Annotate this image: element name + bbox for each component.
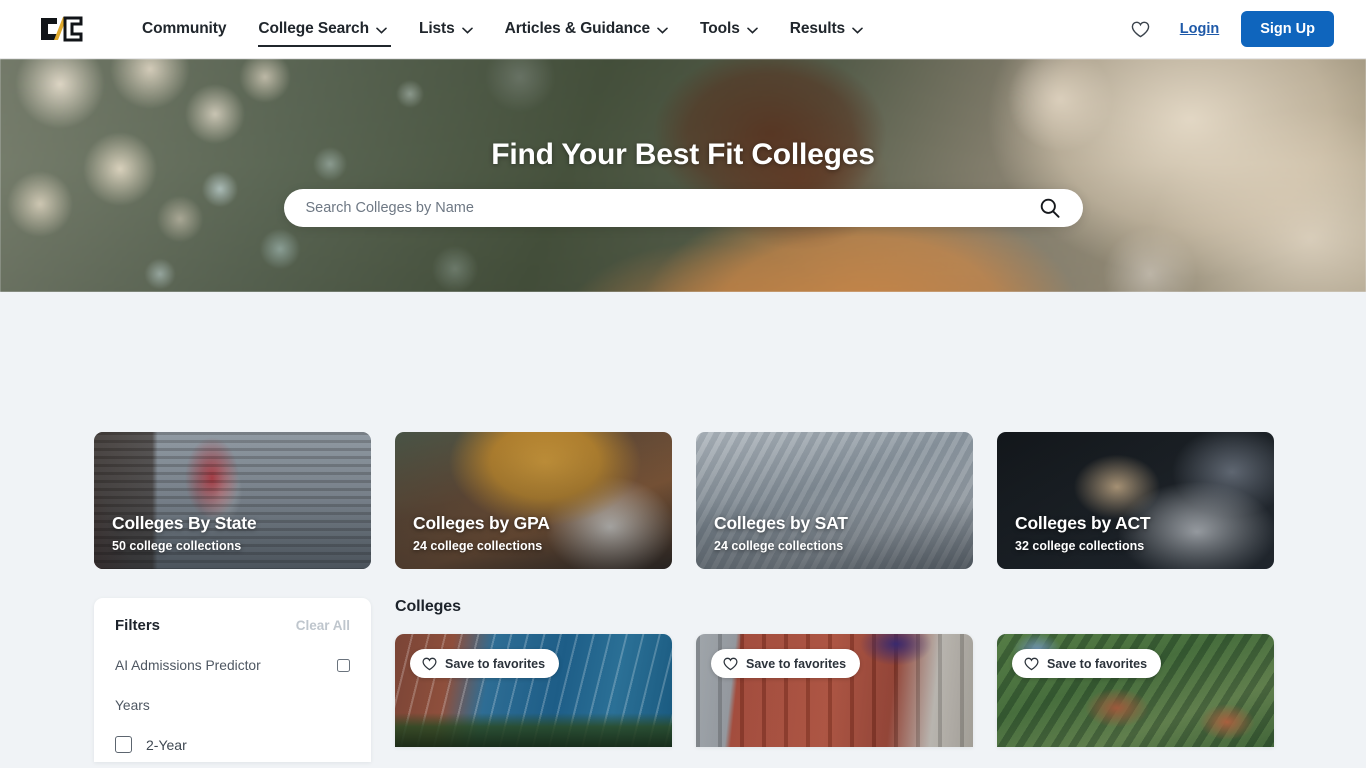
nav-label: Tools	[700, 20, 740, 37]
site-logo[interactable]	[38, 14, 84, 44]
ai-admissions-predictor-checkbox[interactable]	[337, 659, 350, 672]
chevron-down-icon	[376, 27, 387, 34]
college-card[interactable]: Save to favorites	[395, 634, 672, 747]
college-results: Colleges Save to favorites Save to favor…	[395, 598, 1274, 762]
heart-icon	[422, 657, 437, 670]
collection-card-title: Colleges by ACT	[1015, 513, 1151, 533]
collection-card-colleges-by-gpa[interactable]: Colleges by GPA 24 college collections	[395, 432, 672, 569]
collection-card-subtitle: 24 college collections	[413, 539, 543, 553]
college-card-thumbnail: Save to favorites	[395, 634, 672, 747]
clear-all-button[interactable]: Clear All	[296, 618, 350, 633]
results-section: Filters Clear All AI Admissions Predicto…	[94, 598, 1274, 762]
filters-panel: Filters Clear All AI Admissions Predicto…	[94, 598, 371, 762]
save-to-favorites-label: Save to favorites	[746, 656, 847, 671]
nav-label: Articles & Guidance	[504, 20, 651, 37]
nav-item-lists[interactable]: Lists	[403, 14, 489, 44]
page-title: Find Your Best Fit Colleges	[491, 138, 875, 171]
search-input[interactable]	[305, 200, 1039, 216]
save-to-favorites-label: Save to favorites	[1047, 656, 1148, 671]
chevron-down-icon	[461, 27, 473, 34]
save-to-favorites-button[interactable]: Save to favorites	[711, 649, 861, 678]
chevron-down-icon	[657, 27, 668, 34]
top-navbar: Community College Search Lists Articles …	[0, 0, 1366, 59]
nav-item-results[interactable]: Results	[774, 14, 879, 44]
search-icon[interactable]	[1039, 197, 1061, 219]
signup-button[interactable]: Sign Up	[1241, 11, 1334, 47]
navbar-actions: Login Sign Up	[1128, 11, 1334, 47]
filter-option-2-year[interactable]: 2-Year	[115, 736, 350, 753]
two-year-checkbox[interactable]	[115, 736, 132, 753]
heart-icon	[1024, 657, 1039, 670]
college-search-bar[interactable]	[283, 189, 1083, 227]
college-card[interactable]: Save to favorites	[696, 634, 973, 747]
nav-label: College Search	[258, 20, 369, 37]
filter-ai-admissions-predictor[interactable]: AI Admissions Predictor	[115, 658, 350, 673]
primary-nav: Community College Search Lists Articles …	[126, 14, 879, 47]
save-to-favorites-label: Save to favorites	[445, 656, 546, 671]
collection-card-title: Colleges by GPA	[413, 513, 550, 533]
results-heading: Colleges	[395, 598, 461, 615]
filter-option-label: 2-Year	[146, 736, 187, 753]
collection-card-title: Colleges by SAT	[714, 513, 848, 533]
collection-card-title: Colleges By State	[112, 513, 257, 533]
collection-card-colleges-by-sat[interactable]: Colleges by SAT 24 college collections	[696, 432, 973, 569]
college-card[interactable]: Save to favorites	[997, 634, 1274, 747]
nav-item-community[interactable]: Community	[126, 14, 242, 44]
save-to-favorites-button[interactable]: Save to favorites	[410, 649, 560, 678]
chevron-down-icon	[852, 27, 863, 34]
collection-card-colleges-by-state[interactable]: Colleges By State 50 college collections	[94, 432, 371, 569]
collection-card-colleges-by-act[interactable]: Colleges by ACT 32 college collections	[997, 432, 1274, 569]
hero-banner: Find Your Best Fit Colleges	[0, 59, 1366, 292]
nav-item-tools[interactable]: Tools	[684, 14, 774, 44]
filter-group-years-label: Years	[115, 698, 150, 713]
heart-icon	[723, 657, 738, 670]
logo-icon	[41, 16, 83, 42]
save-to-favorites-button[interactable]: Save to favorites	[1012, 649, 1162, 678]
college-card-thumbnail: Save to favorites	[997, 634, 1274, 747]
heart-icon	[1131, 21, 1150, 37]
nav-item-articles-guidance[interactable]: Articles & Guidance	[489, 14, 684, 44]
collection-card-row: Colleges By State 50 college collections…	[94, 292, 1274, 569]
filters-heading: Filters	[115, 617, 161, 634]
collection-card-subtitle: 32 college collections	[1015, 539, 1145, 553]
filter-label: AI Admissions Predictor	[115, 658, 261, 673]
collection-card-subtitle: 50 college collections	[112, 539, 242, 553]
collection-card-subtitle: 24 college collections	[714, 539, 844, 553]
page-body: Colleges By State 50 college collections…	[0, 292, 1366, 768]
nav-label: Community	[142, 20, 227, 37]
login-link[interactable]: Login	[1180, 21, 1219, 37]
nav-label: Results	[789, 20, 846, 37]
college-card-thumbnail: Save to favorites	[696, 634, 973, 747]
nav-item-college-search[interactable]: College Search	[242, 14, 403, 47]
favorites-button[interactable]	[1128, 16, 1154, 42]
college-card-grid: Save to favorites Save to favorites Save…	[395, 634, 1274, 747]
chevron-down-icon	[746, 27, 758, 34]
nav-label: Lists	[418, 20, 455, 37]
